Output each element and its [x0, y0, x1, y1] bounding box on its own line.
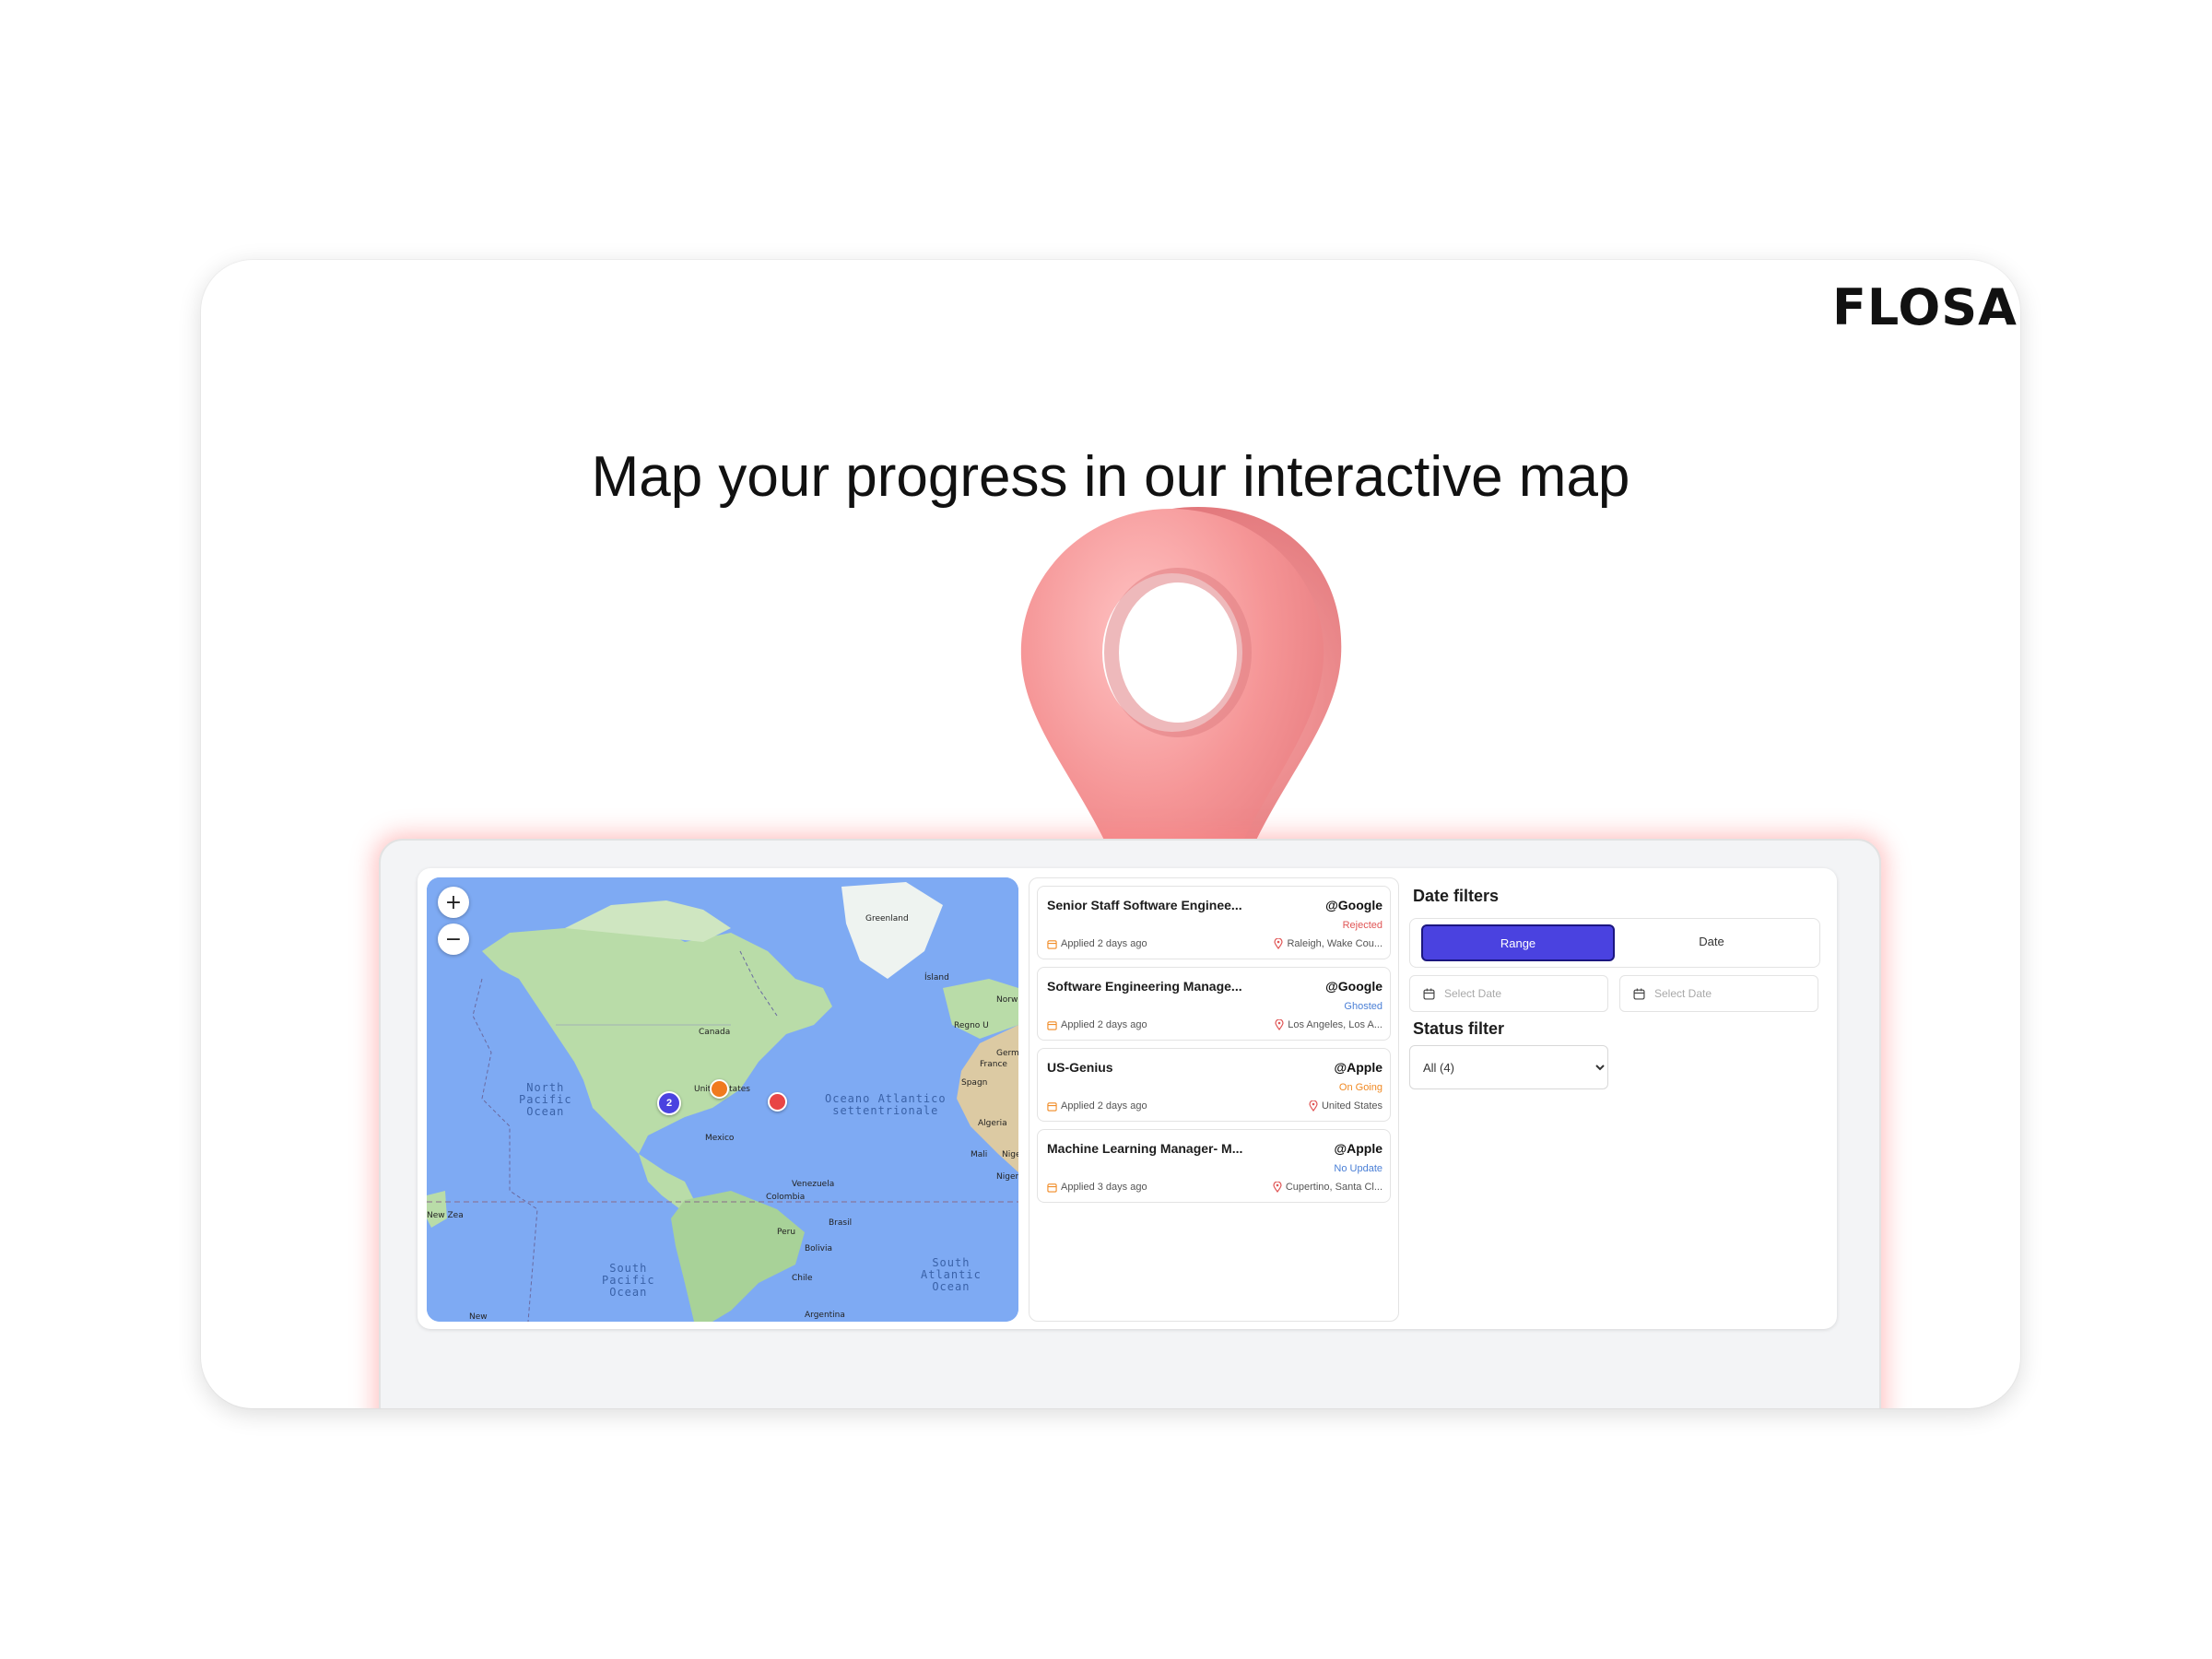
job-title: Machine Learning Manager- M...	[1047, 1141, 1243, 1156]
job-status: Ghosted	[1344, 1001, 1382, 1012]
map-label-mali: Mali	[971, 1150, 988, 1159]
range-toggle-button[interactable]: Range	[1421, 924, 1615, 961]
filters-panel: Date filters Range Date Select Date Sele…	[1409, 877, 1830, 1320]
location-icon	[1309, 1100, 1318, 1112]
map-label-algeria: Algeria	[978, 1119, 1007, 1128]
job-company: @Apple	[1334, 1141, 1382, 1156]
job-location: Raleigh, Wake Cou...	[1274, 938, 1382, 949]
job-location: Cupertino, Santa Cl...	[1273, 1182, 1382, 1193]
end-date-placeholder: Select Date	[1654, 987, 1712, 1000]
job-status: Rejected	[1342, 920, 1382, 931]
job-status: On Going	[1338, 1082, 1382, 1093]
start-date-placeholder: Select Date	[1444, 987, 1502, 1000]
job-card[interactable]: Senior Staff Software Enginee... @Google…	[1037, 886, 1391, 959]
map-label-germany: Germ	[996, 1049, 1018, 1058]
map-label-new-zealand-b: New	[469, 1312, 488, 1322]
map-label-venezuela: Venezuela	[792, 1180, 835, 1189]
job-location-text: United States	[1321, 1100, 1382, 1112]
job-card[interactable]: Machine Learning Manager- M... @Apple No…	[1037, 1129, 1391, 1203]
date-toggle-button[interactable]: Date	[1617, 924, 1806, 958]
map-label-greenland: Greenland	[865, 914, 909, 924]
map-label-peru: Peru	[777, 1228, 796, 1237]
job-applied: Applied 2 days ago	[1047, 938, 1147, 949]
job-location-text: Los Angeles, Los A...	[1288, 1019, 1382, 1030]
job-applied-text: Applied 2 days ago	[1061, 1019, 1147, 1030]
job-location-text: Raleigh, Wake Cou...	[1287, 938, 1382, 949]
calendar-icon	[1047, 1101, 1057, 1112]
job-title: US-Genius	[1047, 1060, 1113, 1075]
map-label-argentina: Argentina	[805, 1311, 845, 1320]
ocean-label-north-pacific: North Pacific Ocean	[519, 1081, 572, 1118]
flosa-logo: FLOSA	[1832, 278, 2018, 336]
job-location-text: Cupertino, Santa Cl...	[1285, 1182, 1382, 1193]
job-card[interactable]: US-Genius @Apple On Going Applied 2 days…	[1037, 1048, 1391, 1122]
job-status: No Update	[1334, 1163, 1382, 1174]
map-marker-rejected[interactable]	[768, 1092, 787, 1112]
calendar-icon	[1633, 988, 1645, 1000]
job-title: Software Engineering Manage...	[1047, 979, 1242, 994]
end-date-input[interactable]: Select Date	[1619, 975, 1818, 1012]
location-icon	[1273, 1182, 1282, 1193]
map-label-france: France	[980, 1060, 1007, 1069]
app-preview-panel: + − Greenland Ísland Canada United State…	[379, 839, 1881, 1408]
calendar-icon	[1047, 1020, 1057, 1030]
feature-card: FLOSA Map your progress in our interacti…	[201, 260, 2020, 1408]
map-label-new-zealand-a: New Zea	[427, 1211, 464, 1220]
ocean-label-north-atlantic: Oceano Atlantico settentrionale	[825, 1092, 947, 1117]
start-date-input[interactable]: Select Date	[1409, 975, 1608, 1012]
zoom-out-button[interactable]: −	[438, 924, 469, 955]
location-icon	[1275, 1019, 1284, 1030]
job-location: United States	[1309, 1100, 1382, 1112]
location-icon	[1274, 938, 1284, 949]
job-location: Los Angeles, Los A...	[1275, 1019, 1382, 1030]
job-applied-text: Applied 2 days ago	[1061, 938, 1147, 949]
job-list: Senior Staff Software Enginee... @Google…	[1029, 877, 1399, 1322]
job-applied: Applied 2 days ago	[1047, 1100, 1147, 1112]
map-marker-ongoing[interactable]	[710, 1079, 729, 1099]
map-cluster-marker[interactable]: 2	[657, 1091, 681, 1115]
calendar-icon	[1423, 988, 1435, 1000]
map-label-islanda: Ísland	[924, 973, 949, 982]
world-map[interactable]: + − Greenland Ísland Canada United State…	[427, 877, 1018, 1322]
map-label-niger: Nige	[1002, 1150, 1018, 1159]
date-mode-toggle: Range Date	[1409, 918, 1820, 968]
map-label-canada: Canada	[699, 1028, 731, 1037]
calendar-icon	[1047, 939, 1057, 949]
job-applied: Applied 2 days ago	[1047, 1019, 1147, 1030]
job-applied-text: Applied 2 days ago	[1061, 1100, 1147, 1112]
calendar-icon	[1047, 1182, 1057, 1193]
job-company: @Apple	[1334, 1060, 1382, 1075]
map-label-brasil: Brasil	[829, 1218, 853, 1228]
map-label-nigeria: Nigeri	[996, 1172, 1018, 1182]
status-filter-select[interactable]: All (4)	[1409, 1045, 1608, 1089]
job-card[interactable]: Software Engineering Manage... @Google G…	[1037, 967, 1391, 1041]
date-filters-title: Date filters	[1413, 887, 1500, 905]
job-title: Senior Staff Software Enginee...	[1047, 898, 1242, 912]
map-label-bolivia: Bolivia	[805, 1244, 833, 1253]
job-company: @Google	[1325, 979, 1382, 994]
ocean-label-south-atlantic: South Atlantic Ocean	[921, 1256, 982, 1293]
map-label-mexico: Mexico	[705, 1134, 735, 1143]
map-label-espana: Spagn	[961, 1078, 988, 1088]
map-label-regno-unito: Regno U	[954, 1021, 989, 1030]
map-label-chile: Chile	[792, 1274, 813, 1283]
ocean-label-south-pacific: South Pacific Ocean	[602, 1262, 655, 1299]
job-applied-text: Applied 3 days ago	[1061, 1182, 1147, 1193]
job-company: @Google	[1325, 898, 1382, 912]
job-applied: Applied 3 days ago	[1047, 1182, 1147, 1193]
map-label-colombia: Colombia	[766, 1193, 806, 1202]
map-label-norway: Norw	[996, 995, 1018, 1005]
zoom-in-button[interactable]: +	[438, 887, 469, 918]
app-window: + − Greenland Ísland Canada United State…	[418, 868, 1837, 1329]
status-filter-title: Status filter	[1413, 1019, 1505, 1038]
